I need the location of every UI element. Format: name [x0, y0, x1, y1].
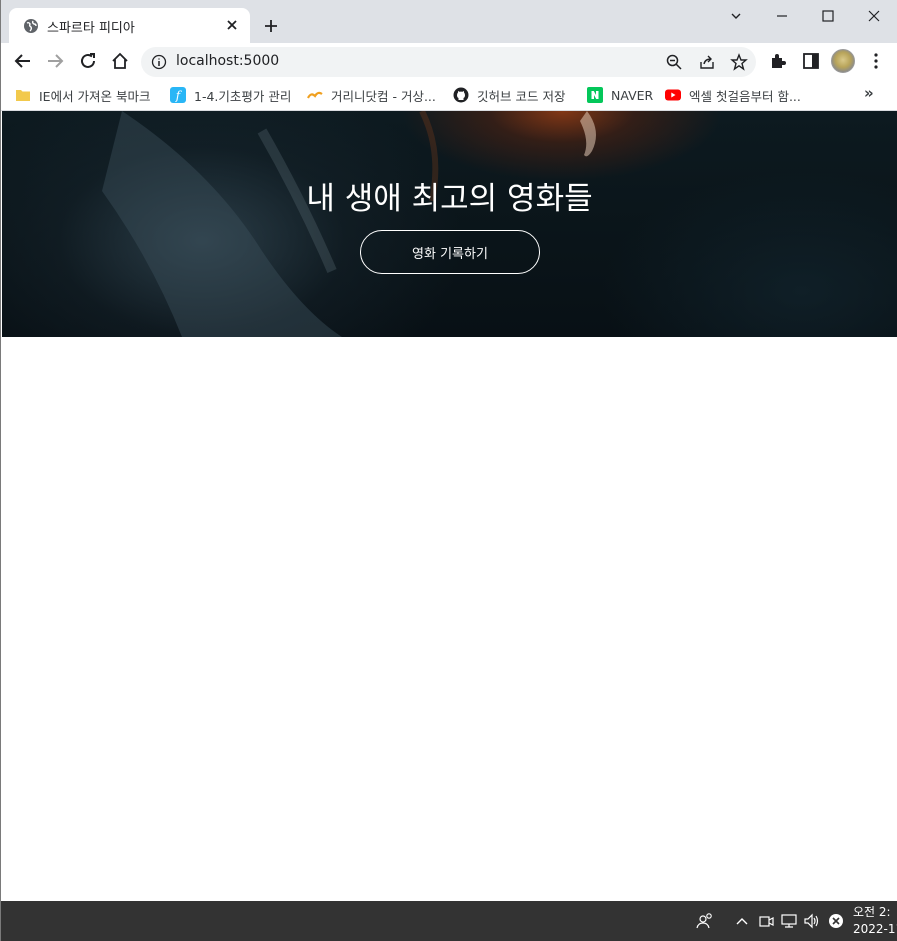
side-panel-icon[interactable] — [800, 50, 822, 72]
address-bar[interactable]: localhost:5000 — [141, 47, 756, 77]
bookmark-label: 거리니닷컴 - 거상... — [331, 88, 436, 104]
bookmark-label: 1-4.기초평가 관리 — [194, 88, 292, 104]
tab-strip: 스파르타 피디아 — [1, 0, 897, 43]
page-body — [2, 337, 897, 901]
share-icon[interactable] — [698, 53, 716, 71]
clock-time: 오전 2: — [853, 905, 891, 919]
new-tab-icon[interactable] — [261, 16, 281, 36]
maximize-icon[interactable] — [818, 6, 838, 26]
site-logo-icon — [307, 91, 323, 99]
extensions-icon[interactable] — [767, 50, 789, 72]
globe-icon — [24, 19, 38, 33]
network-icon[interactable] — [779, 911, 799, 931]
chevron-up-icon[interactable] — [732, 911, 752, 931]
info-icon[interactable] — [151, 54, 167, 70]
bookmark-item[interactable]: 거리니닷컴 - 거상... — [307, 85, 436, 105]
minimize-icon[interactable] — [772, 6, 792, 26]
zoom-icon[interactable] — [665, 53, 683, 71]
close-window-icon[interactable] — [864, 6, 884, 26]
bookmark-label: IE에서 가져온 북마크 — [39, 88, 151, 104]
naver-icon — [587, 87, 603, 103]
bookmarks-bar: IE에서 가져온 북마크 f 1-4.기초평가 관리 거리니닷컴 - 거상...… — [1, 80, 897, 111]
bookmark-item[interactable]: 엑셀 첫걸음부터 함... — [665, 85, 801, 105]
bookmark-item[interactable]: IE에서 가져온 북마크 — [15, 85, 151, 105]
home-icon[interactable] — [109, 50, 131, 72]
bookmark-item[interactable]: NAVER — [587, 85, 653, 105]
f-logo-icon: f — [170, 87, 186, 103]
tab-active[interactable]: 스파르타 피디아 — [9, 8, 250, 43]
bookmark-label: 깃허브 코드 저장 — [477, 88, 566, 104]
browser-window: 스파르타 피디아 localhost:5000 IE에서 가져온 북마크 f 1… — [0, 0, 897, 941]
profile-avatar[interactable] — [831, 49, 855, 73]
hero-banner: 내 생애 최고의 영화들 영화 기록하기 — [2, 111, 897, 337]
folder-icon — [16, 90, 30, 101]
record-movie-button[interactable]: 영화 기록하기 — [360, 230, 540, 274]
bookmark-label: 엑셀 첫걸음부터 함... — [689, 88, 801, 104]
hero-title: 내 생애 최고의 영화들 — [306, 181, 593, 217]
windows-taskbar: 오전 2: 2022-11 — [1, 901, 897, 941]
bookmark-star-icon[interactable] — [730, 53, 748, 71]
close-tab-icon[interactable] — [223, 16, 241, 34]
github-icon — [453, 87, 469, 103]
close-circle-icon[interactable] — [826, 911, 846, 931]
browser-toolbar: localhost:5000 — [1, 43, 897, 80]
menu-dots-icon[interactable] — [865, 50, 887, 72]
hero-background-art — [102, 111, 596, 337]
bookmark-item[interactable]: f 1-4.기초평가 관리 — [170, 85, 291, 105]
bookmark-label: NAVER — [611, 87, 654, 103]
url-text[interactable]: localhost:5000 — [176, 53, 279, 69]
tab-title: 스파르타 피디아 — [47, 21, 135, 36]
forward-arrow-icon[interactable] — [44, 50, 66, 72]
volume-icon[interactable] — [802, 911, 822, 931]
reload-icon[interactable] — [77, 50, 99, 72]
more-bookmarks-button[interactable]: » — [864, 84, 874, 102]
people-icon[interactable] — [695, 911, 715, 931]
tab-search-icon[interactable] — [726, 6, 746, 26]
bookmark-item[interactable]: 깃허브 코드 저장 — [453, 85, 565, 105]
meeting-icon[interactable] — [756, 911, 776, 931]
clock-date: 2022-11 — [853, 922, 897, 936]
back-arrow-icon[interactable] — [12, 50, 34, 72]
youtube-icon — [665, 89, 681, 101]
taskbar-clock[interactable]: 오전 2: 2022-11 — [853, 904, 897, 938]
